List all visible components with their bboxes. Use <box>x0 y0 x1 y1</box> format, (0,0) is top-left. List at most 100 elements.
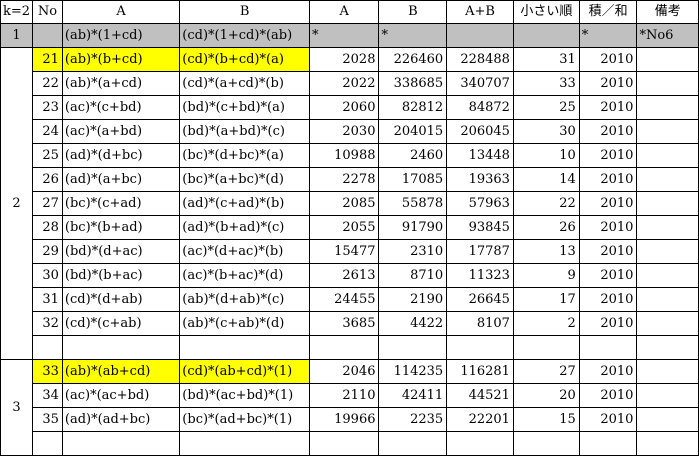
row-note <box>636 407 699 432</box>
ref-formula-a: (ab)*(1+cd) <box>61 23 181 48</box>
row-value-b: 2190 <box>378 287 448 312</box>
table-row: 26 (ad)*(a+bc) (bc)*(a+bc)*(d) 2278 17085 193… <box>1 167 699 192</box>
row-ratio: 2010 <box>578 215 638 240</box>
row-order: 13 <box>512 239 580 264</box>
row-note <box>636 215 699 240</box>
row-formula-b: (ad)*(c+ad)*(b) <box>179 191 310 216</box>
row-sum: 340707 <box>446 71 514 96</box>
row-order: 27 <box>512 359 580 384</box>
row-value-a: 2055 <box>308 215 380 240</box>
header-no: No <box>32 0 63 24</box>
ref-sum <box>446 23 514 48</box>
row-note <box>636 47 699 72</box>
row-value-a: 15477 <box>308 239 380 264</box>
empty-cell <box>32 431 63 456</box>
table-row: 3 33 (ab)*(ab+cd) (cd)*(ab+cd)*(1) 2046 11423… <box>0 359 699 456</box>
empty-cell <box>636 335 699 360</box>
table-row: 24 (ac)*(a+bd) (bd)*(a+bd)*(c) 2030 204015 20… <box>1 119 699 144</box>
row-ratio: 2010 <box>578 71 638 96</box>
empty-cell <box>61 335 181 360</box>
row-value-b: 338685 <box>378 71 448 96</box>
row-value-b: 4422 <box>378 311 448 336</box>
row-ratio: 2010 <box>578 263 638 288</box>
row-formula-a: (bc)*(c+ad) <box>61 191 181 216</box>
row-formula-a: (cd)*(d+ab) <box>61 287 181 312</box>
row-no: 31 <box>32 287 63 312</box>
row-order: 9 <box>512 263 580 288</box>
row-ratio: 2010 <box>578 95 638 120</box>
empty-cell <box>32 335 63 360</box>
table-row: 30 (bd)*(b+ac) (ac)*(b+ac)*(d) 2613 8710 1132… <box>1 263 699 288</box>
row-ratio: 2010 <box>578 311 638 336</box>
header-formula-b: B <box>179 0 310 24</box>
table-row: 34 (ac)*(ac+bd) (bd)*(ac+bd)*(1) 2110 42411 4… <box>1 383 699 408</box>
row-note <box>636 263 699 288</box>
row-value-a: 2085 <box>308 191 380 216</box>
row-formula-b: (bc)*(d+bc)*(a) <box>179 143 310 168</box>
table-row: 31 (cd)*(d+ab) (ab)*(d+ab)*(c) 24455 2190 266… <box>1 287 699 312</box>
row-formula-b: (cd)*(b+cd)*(a) <box>179 47 310 72</box>
row-formula-a: (ab)*(b+cd) <box>61 47 181 72</box>
empty-cell <box>61 431 181 456</box>
table-row: 23 (ac)*(c+bd) (bd)*(c+bd)*(a) 2060 82812 848… <box>1 95 699 120</box>
row-value-a: 2046 <box>308 359 380 384</box>
row-order: 31 <box>512 47 580 72</box>
row-no: 35 <box>32 407 63 432</box>
row-no: 29 <box>32 239 63 264</box>
row-order: 20 <box>512 383 580 408</box>
row-sum: 206045 <box>446 119 514 144</box>
row-formula-b: (ad)*(b+ad)*(c) <box>179 215 310 240</box>
row-value-a: 2060 <box>308 95 380 120</box>
row-value-b: 226460 <box>378 47 448 72</box>
ref-note: *No6 <box>636 23 699 48</box>
row-no: 33 <box>32 359 63 384</box>
empty-cell <box>378 335 448 360</box>
ref-formula-b: (cd)*(1+cd)*(ab) <box>179 23 310 48</box>
row-note <box>636 71 699 96</box>
row-no: 30 <box>32 263 63 288</box>
row-note <box>636 383 699 408</box>
row-order: 17 <box>512 287 580 312</box>
row-value-a: 10988 <box>308 143 380 168</box>
row-sum: 17787 <box>446 239 514 264</box>
row-value-a: 2028 <box>308 47 380 72</box>
row-sum: 19363 <box>446 167 514 192</box>
empty-cell <box>179 431 310 456</box>
row-sum: 228488 <box>446 47 514 72</box>
row-formula-b: (ac)*(d+ac)*(b) <box>179 239 310 264</box>
row-formula-b: (ab)*(d+ab)*(c) <box>179 287 310 312</box>
row-value-a: 2613 <box>308 263 380 288</box>
row-value-b: 91790 <box>378 215 448 240</box>
row-formula-a: (bc)*(b+ad) <box>61 215 181 240</box>
group-k-cell: 3 <box>0 359 34 456</box>
row-formula-b: (cd)*(a+cd)*(b) <box>179 71 310 96</box>
row-no: 34 <box>32 383 63 408</box>
row-note <box>636 95 699 120</box>
header-formula-a: A <box>61 0 181 24</box>
row-formula-b: (bc)*(a+bc)*(d) <box>179 167 310 192</box>
row-sum: 26645 <box>446 287 514 312</box>
row-value-b: 55878 <box>378 191 448 216</box>
header-row: k=2 No A B A B A+B 小さい順 積／和 備考 <box>0 0 699 24</box>
row-formula-a: (cd)*(c+ab) <box>61 311 181 336</box>
empty-cell <box>512 335 580 360</box>
header-order: 小さい順 <box>512 0 580 24</box>
data-table: k=2 No A B A B A+B 小さい順 積／和 備考 1 (ab)*(1… <box>0 0 699 456</box>
row-order: 2 <box>512 311 580 336</box>
ref-ratio: * <box>578 23 638 48</box>
empty-cell <box>308 431 380 456</box>
row-formula-a: (ad)*(d+bc) <box>61 143 181 168</box>
empty-row <box>1 335 699 360</box>
row-formula-a: (ac)*(c+bd) <box>61 95 181 120</box>
empty-row <box>1 431 699 456</box>
row-value-a: 24455 <box>308 287 380 312</box>
row-value-a: 2030 <box>308 119 380 144</box>
row-formula-a: (bd)*(d+ac) <box>61 239 181 264</box>
row-formula-b: (bd)*(c+bd)*(a) <box>179 95 310 120</box>
empty-cell <box>512 431 580 456</box>
ref-k: 1 <box>0 23 34 48</box>
row-value-b: 2235 <box>378 407 448 432</box>
row-ratio: 2010 <box>578 407 638 432</box>
row-formula-a: (ac)*(a+bd) <box>61 119 181 144</box>
row-value-a: 2110 <box>308 383 380 408</box>
